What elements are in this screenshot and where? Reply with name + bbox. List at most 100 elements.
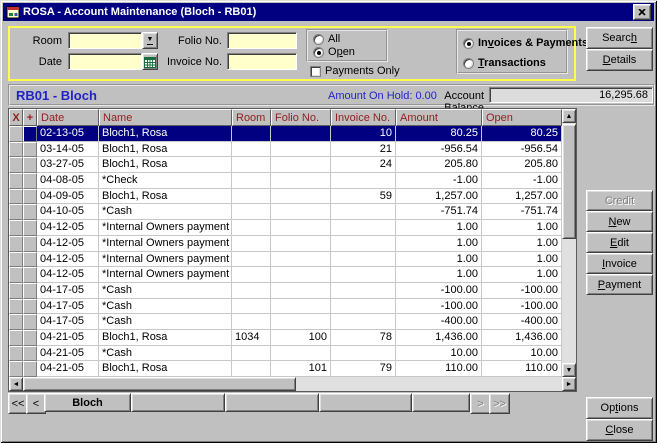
cell-invoice[interactable]: 21 bbox=[331, 142, 396, 158]
cell-room[interactable] bbox=[232, 236, 271, 252]
row-header-cell[interactable] bbox=[9, 189, 23, 205]
row-expand-cell[interactable] bbox=[23, 361, 37, 377]
row-expand-cell[interactable] bbox=[23, 252, 37, 268]
row-header-cell[interactable] bbox=[9, 142, 23, 158]
cell-date[interactable]: 04-21-05 bbox=[37, 361, 99, 377]
nav-account-tab[interactable] bbox=[319, 393, 412, 412]
cell-room[interactable] bbox=[232, 299, 271, 315]
radio-invoices-payments-circle[interactable] bbox=[463, 38, 474, 49]
row-expand-cell[interactable] bbox=[23, 330, 37, 346]
cell-invoice[interactable]: 10 bbox=[331, 126, 396, 142]
nav-account-tab[interactable] bbox=[131, 393, 225, 412]
cell-date[interactable]: 04-12-05 bbox=[37, 236, 99, 252]
cell-name[interactable]: Bloch1, Rosa bbox=[99, 126, 232, 142]
cell-amount[interactable]: -400.00 bbox=[396, 314, 482, 330]
table-row[interactable]: 03-14-05 Bloch1, Rosa 21 -956.54 -956.54 bbox=[9, 142, 562, 158]
cell-room[interactable] bbox=[232, 283, 271, 299]
cell-name[interactable]: Bloch1, Rosa bbox=[99, 189, 232, 205]
row-header-cell[interactable] bbox=[9, 173, 23, 189]
cell-folio[interactable] bbox=[271, 173, 331, 189]
row-header-cell[interactable] bbox=[9, 346, 23, 362]
table-row[interactable]: 04-17-05 *Cash -100.00 -100.00 bbox=[9, 283, 562, 299]
table-row[interactable]: 04-21-05 Bloch1, Rosa 1034 100 78 1,436.… bbox=[9, 330, 562, 346]
row-header-cell[interactable] bbox=[9, 126, 23, 142]
table-row[interactable]: 04-21-05 Bloch1, Rosa 101 79 110.00 110.… bbox=[9, 361, 562, 377]
invoice-input[interactable] bbox=[227, 53, 297, 70]
cell-name[interactable]: Bloch1, Rosa bbox=[99, 330, 232, 346]
cell-open[interactable]: 10.00 bbox=[482, 346, 562, 362]
cell-name[interactable]: Bloch1, Rosa bbox=[99, 361, 232, 377]
table-row[interactable]: 04-17-05 *Cash -100.00 -100.00 bbox=[9, 299, 562, 315]
cell-amount[interactable]: -100.00 bbox=[396, 283, 482, 299]
row-expand-cell[interactable] bbox=[23, 299, 37, 315]
cell-amount[interactable]: 1,436.00 bbox=[396, 330, 482, 346]
scroll-right-icon[interactable]: ► bbox=[562, 377, 576, 391]
vertical-scroll-thumb[interactable] bbox=[562, 124, 576, 239]
cell-date[interactable]: 04-17-05 bbox=[37, 299, 99, 315]
cell-folio[interactable] bbox=[271, 157, 331, 173]
cell-room[interactable] bbox=[232, 173, 271, 189]
cell-open[interactable]: -100.00 bbox=[482, 299, 562, 315]
table-row[interactable]: 04-09-05 Bloch1, Rosa 59 1,257.00 1,257.… bbox=[9, 189, 562, 205]
cell-amount[interactable]: 1,257.00 bbox=[396, 189, 482, 205]
cell-amount[interactable]: 10.00 bbox=[396, 346, 482, 362]
row-expand-cell[interactable] bbox=[23, 220, 37, 236]
cell-name[interactable]: *Internal Owners payment code bbox=[99, 220, 232, 236]
cell-amount[interactable]: -1.00 bbox=[396, 173, 482, 189]
cell-amount[interactable]: 205.80 bbox=[396, 157, 482, 173]
cell-folio[interactable] bbox=[271, 283, 331, 299]
cell-date[interactable]: 04-12-05 bbox=[37, 220, 99, 236]
cell-date[interactable]: 03-14-05 bbox=[37, 142, 99, 158]
nav-prev-button[interactable]: < bbox=[26, 393, 46, 414]
folio-input[interactable] bbox=[227, 32, 297, 49]
cell-folio[interactable] bbox=[271, 346, 331, 362]
nav-account-tab[interactable] bbox=[412, 393, 470, 412]
cell-open[interactable]: 1,257.00 bbox=[482, 189, 562, 205]
room-input[interactable] bbox=[68, 32, 142, 49]
cell-folio[interactable] bbox=[271, 299, 331, 315]
cell-folio[interactable] bbox=[271, 189, 331, 205]
table-row[interactable]: 04-21-05 *Cash 10.00 10.00 bbox=[9, 346, 562, 362]
room-dropdown-button[interactable]: ▼ bbox=[142, 32, 158, 49]
table-row[interactable]: 04-12-05 *Internal Owners payment code 1… bbox=[9, 236, 562, 252]
row-header-cell[interactable] bbox=[9, 236, 23, 252]
cell-invoice[interactable]: 59 bbox=[331, 189, 396, 205]
cell-folio[interactable] bbox=[271, 220, 331, 236]
row-expand-cell[interactable] bbox=[23, 236, 37, 252]
cell-amount[interactable]: 80.25 bbox=[396, 126, 482, 142]
cell-open[interactable]: 1.00 bbox=[482, 267, 562, 283]
cell-invoice[interactable]: 24 bbox=[331, 157, 396, 173]
row-expand-cell[interactable] bbox=[23, 346, 37, 362]
row-expand-cell[interactable] bbox=[23, 142, 37, 158]
table-row[interactable]: 04-10-05 *Cash -751.74 -751.74 bbox=[9, 204, 562, 220]
radio-open-circle[interactable] bbox=[313, 47, 324, 58]
radio-transactions[interactable]: Transactions bbox=[463, 57, 546, 69]
nav-last-button[interactable]: >> bbox=[489, 393, 510, 414]
cell-room[interactable] bbox=[232, 189, 271, 205]
cell-amount[interactable]: -100.00 bbox=[396, 299, 482, 315]
table-row[interactable]: 04-17-05 *Cash -400.00 -400.00 bbox=[9, 314, 562, 330]
cell-date[interactable]: 02-13-05 bbox=[37, 126, 99, 142]
cell-folio[interactable] bbox=[271, 142, 331, 158]
row-header-cell[interactable] bbox=[9, 157, 23, 173]
cell-room[interactable] bbox=[232, 157, 271, 173]
cell-room[interactable] bbox=[232, 220, 271, 236]
cell-room[interactable] bbox=[232, 142, 271, 158]
table-row[interactable]: 02-13-05 Bloch1, Rosa 10 80.25 80.25 bbox=[9, 126, 562, 142]
cell-folio[interactable] bbox=[271, 236, 331, 252]
cell-name[interactable]: *Internal Owners payment code bbox=[99, 252, 232, 268]
date-input[interactable] bbox=[68, 53, 142, 70]
cell-invoice[interactable] bbox=[331, 236, 396, 252]
edit-button[interactable]: Edit bbox=[586, 232, 653, 253]
row-header-cell[interactable] bbox=[9, 361, 23, 377]
cell-date[interactable]: 04-12-05 bbox=[37, 252, 99, 268]
nav-next-button[interactable]: > bbox=[470, 393, 491, 414]
nav-first-button[interactable]: << bbox=[8, 393, 28, 414]
cell-open[interactable]: 80.25 bbox=[482, 126, 562, 142]
cell-open[interactable]: -751.74 bbox=[482, 204, 562, 220]
cell-room[interactable] bbox=[232, 346, 271, 362]
cell-folio[interactable] bbox=[271, 126, 331, 142]
close-button[interactable]: Close bbox=[586, 419, 653, 441]
cell-date[interactable]: 03-27-05 bbox=[37, 157, 99, 173]
payment-button[interactable]: Payment bbox=[586, 274, 653, 295]
